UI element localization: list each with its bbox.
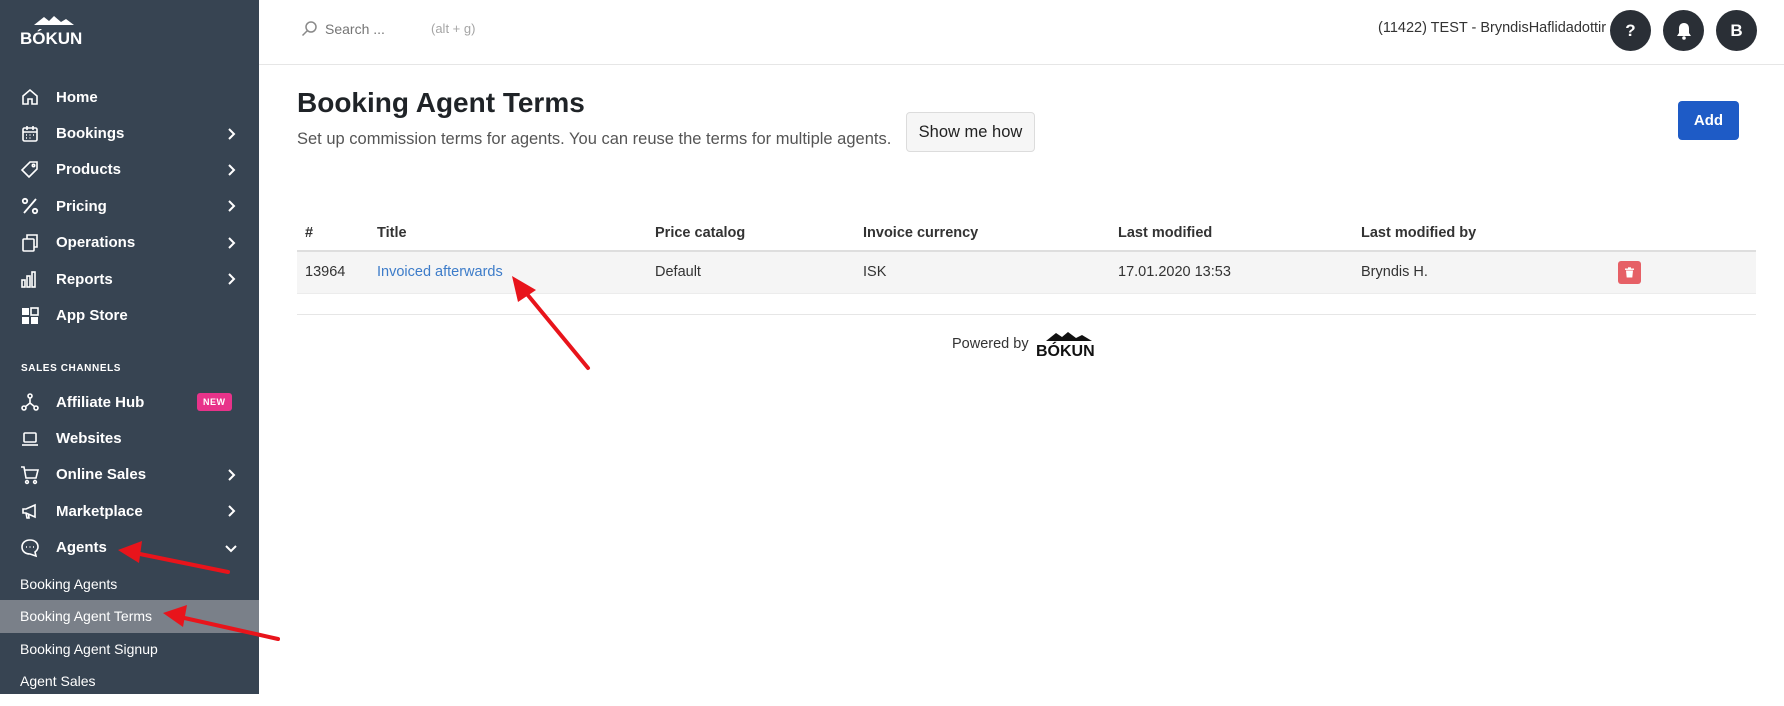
table-header-row: # Title Price catalog Invoice currency L…	[297, 215, 1756, 252]
megaphone-icon	[20, 501, 40, 521]
avatar[interactable]: B	[1716, 10, 1757, 51]
sidebar-item-label: Bookings	[56, 125, 125, 143]
footer-logo-text: BÓKUN	[1036, 341, 1095, 357]
column-header-actions	[1610, 215, 1756, 252]
page-title: Booking Agent Terms	[297, 87, 585, 118]
search-input[interactable]	[325, 20, 425, 37]
sidebar-item-reports[interactable]: Reports	[0, 261, 259, 297]
help-icon: ?	[1625, 20, 1636, 40]
cell-last-modified-by: Bryndis H.	[1353, 251, 1610, 294]
annotation-arrows	[118, 276, 590, 641]
delete-button[interactable]	[1618, 260, 1641, 284]
cell-currency: ISK	[855, 251, 1110, 294]
cell-last-modified: 17.01.2020 13:53	[1110, 251, 1353, 294]
network-icon	[20, 392, 40, 412]
sidebar-item-bookings[interactable]: Bookings	[0, 115, 259, 151]
logo-text: BÓKUN	[20, 29, 82, 46]
main-nav: Home Bookings Products Pricing Operation…	[0, 79, 259, 334]
percent-icon	[20, 196, 40, 216]
chevron-right-icon	[228, 164, 236, 176]
show-me-how-button[interactable]: Show me how	[906, 112, 1035, 152]
chevron-right-icon	[228, 505, 236, 518]
bokun-footer-logo: BÓKUN	[1036, 332, 1095, 357]
column-header-last-modified-by[interactable]: Last modified by	[1353, 215, 1610, 252]
chevron-right-icon	[228, 469, 236, 481]
search-icon	[301, 21, 317, 37]
sidebar-item-label: Online Sales	[56, 466, 147, 484]
bar-chart-icon	[20, 269, 40, 289]
term-title-link[interactable]: Invoiced afterwards	[377, 264, 503, 280]
sidebar-item-app-store[interactable]: App Store	[0, 297, 259, 333]
sidebar-item-label: Websites	[56, 430, 122, 448]
sidebar-item-operations[interactable]: Operations	[0, 225, 259, 261]
search-box[interactable]: (alt + g)	[301, 20, 475, 37]
sidebar-item-marketplace[interactable]: Marketplace	[0, 493, 259, 529]
sidebar-item-label: Pricing	[56, 197, 107, 215]
sidebar-item-websites[interactable]: Websites	[0, 420, 259, 456]
add-button[interactable]: Add	[1678, 101, 1739, 140]
sidebar-item-products[interactable]: Products	[0, 152, 259, 188]
chevron-right-icon	[228, 237, 236, 249]
column-header-invoice-currency[interactable]: Invoice currency	[855, 215, 1110, 252]
sidebar: BÓKUN Home Bookings Products Pricing Ope…	[0, 0, 259, 694]
column-header-price-catalog[interactable]: Price catalog	[647, 215, 855, 252]
sidebar-item-label: App Store	[56, 307, 128, 325]
terms-table: # Title Price catalog Invoice currency L…	[297, 215, 1756, 294]
laptop-icon	[20, 429, 40, 449]
grid-icon	[20, 306, 40, 326]
notifications-button[interactable]	[1663, 10, 1704, 51]
tag-icon	[20, 160, 40, 180]
search-shortcut-hint: (alt + g)	[431, 21, 476, 36]
arrow-to-title-link	[520, 286, 590, 370]
page-subtitle: Set up commission terms for agents. You …	[297, 130, 892, 148]
chevron-down-icon	[225, 545, 237, 553]
cart-icon	[20, 465, 40, 485]
sidebar-item-label: Agents	[56, 539, 107, 557]
sidebar-subitem-booking-agent-terms[interactable]: Booking Agent Terms	[0, 600, 259, 633]
copy-icon	[20, 233, 40, 253]
new-badge: NEW	[197, 393, 232, 412]
sidebar-item-label: Home	[56, 88, 98, 106]
trash-icon	[1625, 267, 1634, 278]
column-header-title[interactable]: Title	[369, 215, 647, 252]
sales-channels-nav: Affiliate Hub NEW Websites Online Sales …	[0, 384, 259, 566]
chevron-right-icon	[228, 200, 236, 213]
cell-id: 13964	[297, 251, 369, 294]
sidebar-item-label: Operations	[56, 234, 136, 252]
table-row: 13964 Invoiced afterwards Default ISK 17…	[297, 251, 1756, 294]
column-header-last-modified[interactable]: Last modified	[1110, 215, 1353, 252]
bell-icon	[1676, 22, 1691, 40]
sidebar-item-pricing[interactable]: Pricing	[0, 188, 259, 224]
calendar-icon	[20, 124, 40, 144]
home-icon	[20, 87, 40, 107]
footer-divider	[297, 314, 1756, 315]
account-name[interactable]: (11422) TEST - BryndisHaflidadottir	[1378, 20, 1610, 36]
sidebar-subitem-agent-sales[interactable]: Agent Sales	[0, 665, 259, 697]
sidebar-item-home[interactable]: Home	[0, 79, 259, 115]
powered-by: Powered by BÓKUN	[952, 331, 1102, 357]
column-header-id[interactable]: #	[297, 215, 369, 252]
sidebar-item-label: Products	[56, 161, 122, 179]
cell-title: Invoiced afterwards	[369, 251, 647, 294]
powered-by-text: Powered by	[952, 336, 1029, 352]
cell-actions	[1610, 251, 1756, 294]
agents-subnav: Booking Agents Booking Agent Terms Booki…	[0, 568, 259, 697]
sidebar-item-online-sales[interactable]: Online Sales	[0, 457, 259, 493]
sidebar-item-label: Reports	[56, 270, 113, 288]
sales-channels-heading: SALES CHANNELS	[21, 363, 122, 374]
top-bar: (alt + g) (11422) TEST - BryndisHaflidad…	[259, 0, 1784, 65]
sidebar-item-label: Marketplace	[56, 502, 143, 520]
bokun-logo[interactable]: BÓKUN	[20, 14, 88, 46]
chevron-right-icon	[228, 127, 236, 140]
sidebar-item-affiliate-hub[interactable]: Affiliate Hub NEW	[0, 384, 259, 420]
chat-icon	[20, 538, 40, 558]
sidebar-subitem-booking-agent-signup[interactable]: Booking Agent Signup	[0, 633, 259, 665]
sidebar-item-agents[interactable]: Agents	[0, 530, 259, 566]
cell-price-catalog: Default	[647, 251, 855, 294]
sidebar-subitem-booking-agents[interactable]: Booking Agents	[0, 568, 259, 600]
avatar-initial: B	[1730, 20, 1743, 40]
chevron-right-icon	[228, 273, 236, 285]
sidebar-item-label: Affiliate Hub	[56, 393, 145, 411]
help-button[interactable]: ?	[1610, 10, 1651, 51]
